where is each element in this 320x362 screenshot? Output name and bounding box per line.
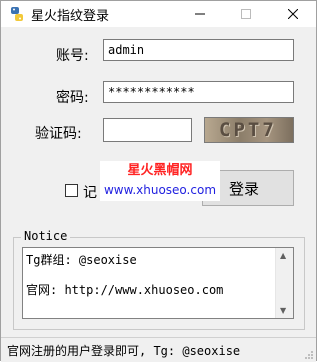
password-input[interactable]: ************ [103,81,294,103]
notice-line: 官网: http://www.xhuoseo.com [26,283,224,297]
resize-grip-icon[interactable] [304,350,314,360]
captcha-label: 验证码: [35,126,82,142]
minimize-icon [195,13,205,15]
notice-line: Tg群组: @seoxise [26,253,137,267]
title-bar[interactable]: 星火指纹登录 [1,1,316,27]
status-bar: 官网注册的用户登录即可, Tg: @seoxise [1,337,316,362]
captcha-image[interactable]: CPT7 [204,117,294,143]
watermark-overlay: 星火黑帽网 www.xhuoseo.com [100,161,220,201]
maximize-button[interactable] [223,1,269,27]
vertical-scrollbar[interactable]: ▲ ▼ [275,248,293,318]
account-input[interactable]: admin [103,39,294,61]
login-button-label: 登录 [228,179,259,198]
login-window: 星火指纹登录 账号: admin 密码: ************ 验证码: C… [0,0,317,362]
maximize-icon [241,9,251,19]
window-title: 星火指纹登录 [31,9,110,24]
scroll-up-icon[interactable]: ▲ [280,251,286,260]
minimize-button[interactable] [177,1,223,27]
remember-label: 记 [83,185,97,201]
notice-title: Notice [21,229,71,243]
status-text: 官网注册的用户登录即可, Tg: @seoxise [7,344,241,358]
python-app-icon [11,7,23,21]
close-button[interactable] [270,1,316,27]
password-label: 密码: [56,90,89,106]
close-icon [288,9,298,19]
scroll-down-icon[interactable]: ▼ [280,306,286,315]
notice-textarea[interactable]: Tg群组: @seoxise 官网: http://www.xhuoseo.co… [22,247,294,319]
account-label: 账号: [56,48,89,64]
watermark-url: www.xhuoseo.com [103,183,217,197]
captcha-input[interactable] [103,118,192,142]
watermark-site-name: 星火黑帽网 [127,163,193,178]
captcha-text: CPT7 [219,119,277,141]
remember-checkbox[interactable] [65,184,78,197]
